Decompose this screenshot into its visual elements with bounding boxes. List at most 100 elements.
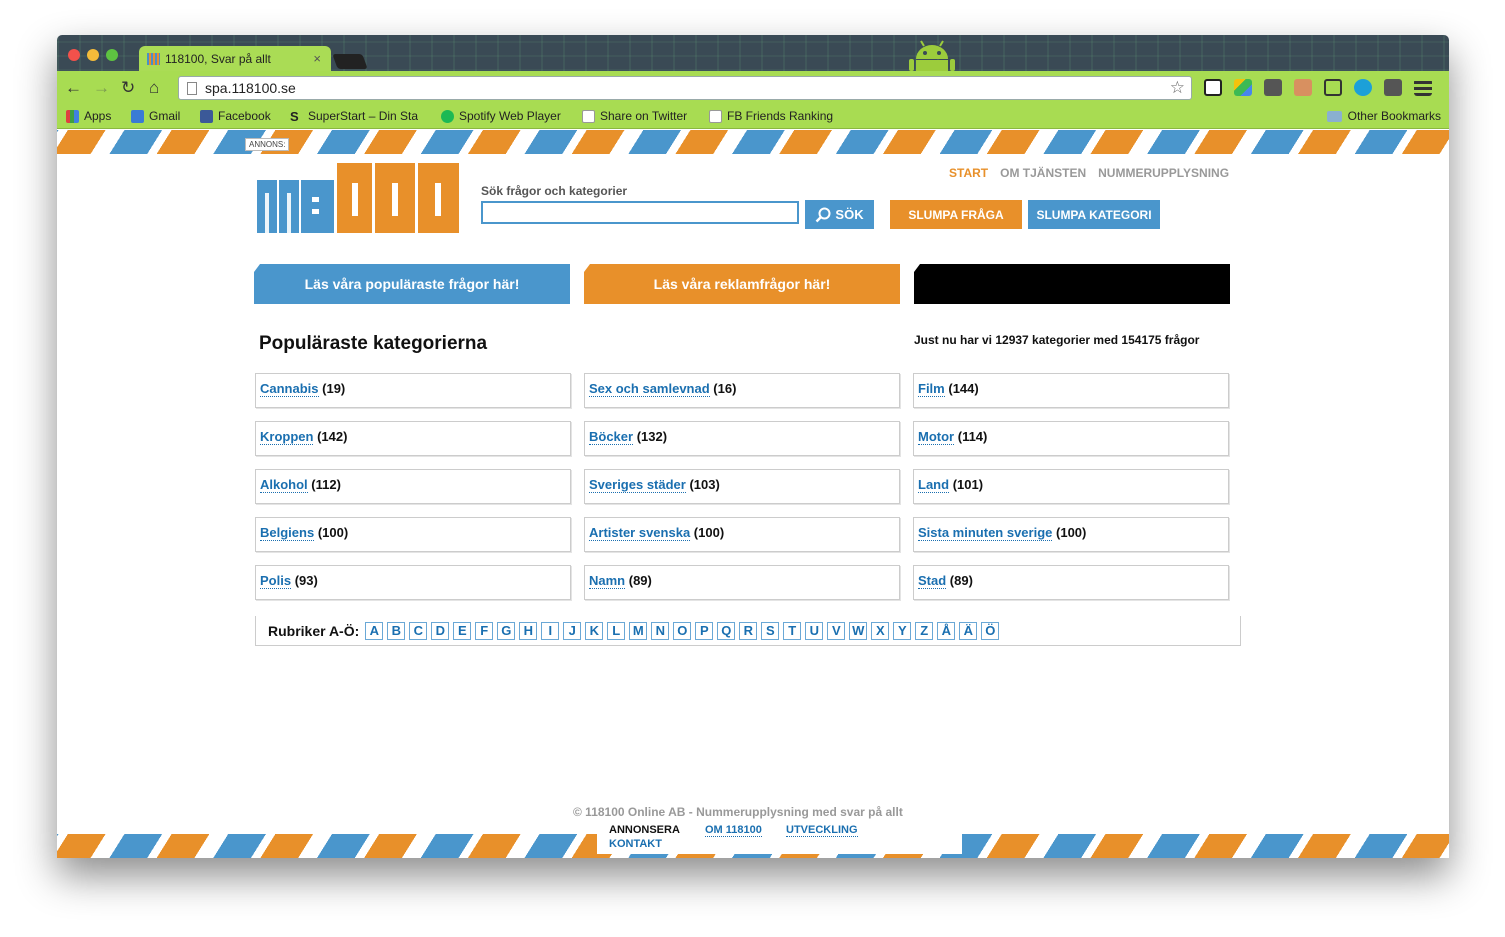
category-count: (132) xyxy=(636,429,668,444)
letter-link[interactable]: Ä xyxy=(959,621,978,640)
category-link[interactable]: Polis xyxy=(260,573,292,589)
bookmark-apps[interactable]: Apps xyxy=(66,109,111,123)
tab-close-icon[interactable]: × xyxy=(313,51,321,66)
letter-link[interactable]: T xyxy=(783,621,802,640)
android-theme-icon xyxy=(909,40,955,71)
facebook-icon xyxy=(200,109,213,123)
bookmark-fb-friends[interactable]: FB Friends Ranking xyxy=(709,109,833,123)
bookmark-spotify[interactable]: Spotify Web Player xyxy=(441,109,561,123)
category-link[interactable]: Belgiens xyxy=(260,525,315,541)
nav-start[interactable]: START xyxy=(949,166,988,180)
letter-link[interactable]: L xyxy=(607,621,626,640)
letter-link[interactable]: N xyxy=(651,621,670,640)
random-question-button[interactable]: SLUMPA FRÅGA xyxy=(890,200,1022,229)
letter-link[interactable]: V xyxy=(827,621,846,640)
mail-extension-icon[interactable] xyxy=(1204,79,1222,96)
category-link[interactable]: Land xyxy=(918,477,950,493)
nav-om-tjansten[interactable]: OM TJÄNSTEN xyxy=(1000,166,1086,180)
cast-icon[interactable] xyxy=(1324,79,1342,96)
letter-link[interactable]: X xyxy=(871,621,890,640)
category-link[interactable]: Artister svenska xyxy=(589,525,691,541)
reload-icon[interactable]: ↻ xyxy=(121,78,135,98)
letter-link[interactable]: Q xyxy=(717,621,736,640)
alphabet-label: Rubriker A-Ö: xyxy=(268,622,360,639)
back-arrow-icon[interactable]: ← xyxy=(65,78,82,98)
letter-link[interactable]: Y xyxy=(893,621,912,640)
category-count: (142) xyxy=(317,429,348,444)
page-content: ANNONS: Sök frågor och kategorier SÖK SL… xyxy=(57,130,1449,858)
letter-link[interactable]: A xyxy=(365,621,384,640)
category-link[interactable]: Sveriges städer xyxy=(589,477,686,493)
minimize-window-button[interactable] xyxy=(87,49,99,61)
category-link[interactable]: Alkohol xyxy=(260,477,308,493)
category-link[interactable]: Kroppen xyxy=(260,429,314,445)
letter-link[interactable]: D xyxy=(431,621,450,640)
site-logo[interactable] xyxy=(257,163,459,233)
drive-extension-icon[interactable] xyxy=(1234,79,1252,96)
m-extension-icon[interactable] xyxy=(1354,79,1372,96)
letter-link[interactable]: I xyxy=(541,621,560,640)
top-navigation: START OM TJÄNSTEN NUMMERUPPLYSNING xyxy=(949,166,1229,180)
letter-link[interactable]: R xyxy=(739,621,758,640)
bookmark-star-icon[interactable]: ☆ xyxy=(1170,78,1185,98)
letter-link[interactable]: U xyxy=(805,621,824,640)
letter-link[interactable]: C xyxy=(409,621,428,640)
letter-link[interactable]: W xyxy=(849,621,868,640)
category-link[interactable]: Sista minuten sverige xyxy=(918,525,1053,541)
bookmark-facebook[interactable]: Facebook xyxy=(200,109,271,123)
footer-link-om[interactable]: OM 118100 xyxy=(705,824,762,837)
tool-extension-icon[interactable] xyxy=(1264,79,1282,96)
category-item: Sveriges städer (103) xyxy=(584,469,900,504)
category-count: (93) xyxy=(294,573,318,588)
letter-link[interactable]: O xyxy=(673,621,692,640)
ad-questions-banner[interactable]: Läs våra reklamfrågor här! xyxy=(584,264,900,304)
letter-link[interactable]: J xyxy=(563,621,582,640)
other-bookmarks-label: Other Bookmarks xyxy=(1347,109,1441,123)
search-input[interactable] xyxy=(481,201,799,224)
bookmark-gmail[interactable]: Gmail xyxy=(131,109,180,123)
category-link[interactable]: Film xyxy=(918,381,945,397)
home-icon[interactable]: ⌂ xyxy=(149,78,159,98)
popular-questions-banner[interactable]: Läs våra populäraste frågor här! xyxy=(254,264,570,304)
letter-link[interactable]: Ö xyxy=(981,621,1000,640)
bookmark-superstart[interactable]: S SuperStart – Din Sta xyxy=(290,109,418,123)
letter-link[interactable]: F xyxy=(475,621,494,640)
letter-link[interactable]: K xyxy=(585,621,604,640)
letter-link[interactable]: Z xyxy=(915,621,934,640)
other-bookmarks[interactable]: Other Bookmarks xyxy=(1326,109,1441,123)
bookmark-share-twitter[interactable]: Share on Twitter xyxy=(582,109,687,123)
letter-link[interactable]: Å xyxy=(937,621,956,640)
category-link[interactable]: Sex och samlevnad xyxy=(589,381,710,397)
category-link[interactable]: Stad xyxy=(918,573,947,589)
category-link[interactable]: Böcker xyxy=(589,429,634,445)
page-title: Populäraste kategorierna xyxy=(259,333,488,354)
new-tab-button[interactable] xyxy=(332,54,368,69)
letter-link[interactable]: M xyxy=(629,621,648,640)
menu-icon[interactable] xyxy=(1414,79,1432,96)
search-button[interactable]: SÖK xyxy=(805,200,874,229)
forward-arrow-icon[interactable]: → xyxy=(93,78,110,98)
footer-link-utveckling[interactable]: UTVECKLING xyxy=(786,824,858,837)
footer-link-annonsera[interactable]: ANNONSERA xyxy=(609,824,680,836)
footer-link-kontakt[interactable]: KONTAKT xyxy=(609,838,662,850)
letter-link[interactable]: B xyxy=(387,621,406,640)
category-count: (112) xyxy=(311,477,341,492)
black-banner[interactable] xyxy=(914,264,1230,304)
letter-link[interactable]: P xyxy=(695,621,714,640)
nav-nummerupplysning[interactable]: NUMMERUPPLYSNING xyxy=(1098,166,1229,180)
letter-link[interactable]: S xyxy=(761,621,780,640)
letter-link[interactable]: G xyxy=(497,621,516,640)
browser-tab[interactable]: 118100, Svar på allt × xyxy=(139,46,331,72)
category-count: (101) xyxy=(952,477,984,492)
id-extension-icon[interactable] xyxy=(1384,79,1402,96)
letter-link[interactable]: H xyxy=(519,621,538,640)
random-category-button[interactable]: SLUMPA KATEGORI xyxy=(1028,200,1160,229)
address-bar[interactable]: spa.118100.se ☆ xyxy=(178,76,1192,100)
category-link[interactable]: Motor xyxy=(918,429,955,445)
avatar-extension-icon[interactable] xyxy=(1294,79,1312,96)
zoom-window-button[interactable] xyxy=(106,49,118,61)
close-window-button[interactable] xyxy=(68,49,80,61)
category-link[interactable]: Namn xyxy=(589,573,626,589)
category-link[interactable]: Cannabis xyxy=(260,381,319,397)
letter-link[interactable]: E xyxy=(453,621,472,640)
